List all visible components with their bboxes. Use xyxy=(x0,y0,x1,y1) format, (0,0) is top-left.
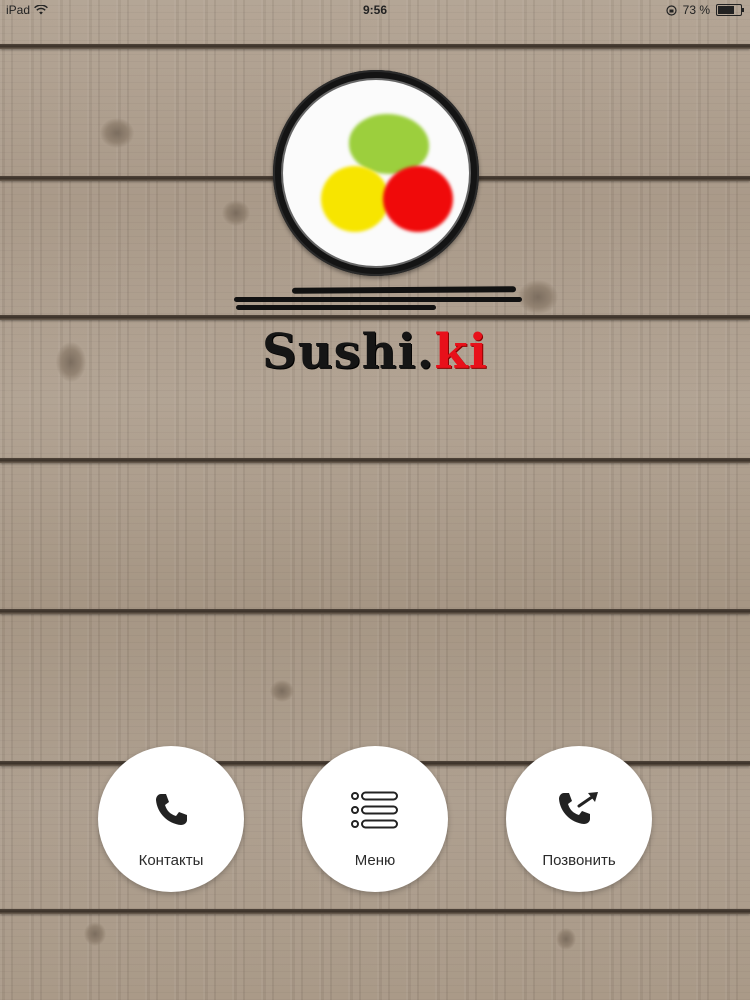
yellow-blob xyxy=(321,166,389,232)
plank-gap xyxy=(0,909,750,914)
chopstick xyxy=(236,305,436,310)
red-blob xyxy=(383,166,453,232)
plank-gap xyxy=(0,609,750,614)
logo-plate xyxy=(281,78,471,268)
wood-knot xyxy=(84,922,106,946)
phone-icon xyxy=(147,786,195,834)
plank-gap xyxy=(0,315,750,320)
battery-fill xyxy=(718,6,735,14)
battery-icon xyxy=(716,4,744,16)
list-icon xyxy=(351,786,399,834)
wood-knot xyxy=(222,200,250,226)
menu-label: Меню xyxy=(354,852,396,869)
phone-call-icon xyxy=(555,786,603,834)
plank-gap xyxy=(0,44,750,49)
contacts-label: Контакты xyxy=(138,852,204,869)
battery-percent: 73 % xyxy=(682,3,710,17)
menu-button[interactable]: Меню xyxy=(302,746,448,892)
wood-knot xyxy=(100,118,134,148)
plank-gap xyxy=(0,458,750,463)
call-label: Позвонить xyxy=(542,852,616,869)
wood-knot xyxy=(518,280,558,314)
brand-part-1: Sushi. xyxy=(262,324,435,380)
status-time: 9:56 xyxy=(362,3,388,17)
status-right: 73 % xyxy=(666,3,744,17)
brand-wordmark: Sushi.ki xyxy=(0,324,750,380)
wood-knot xyxy=(556,928,576,950)
contacts-button[interactable]: Контакты xyxy=(98,746,244,892)
wood-knot xyxy=(270,680,294,702)
brand-part-2: ki xyxy=(434,324,488,380)
chopstick xyxy=(234,297,522,302)
orientation-lock-icon xyxy=(666,4,677,16)
status-bar: iPad 9:56 73 % xyxy=(0,0,750,20)
call-button[interactable]: Позвонить xyxy=(506,746,652,892)
logo xyxy=(273,70,479,276)
green-blob xyxy=(349,114,429,174)
